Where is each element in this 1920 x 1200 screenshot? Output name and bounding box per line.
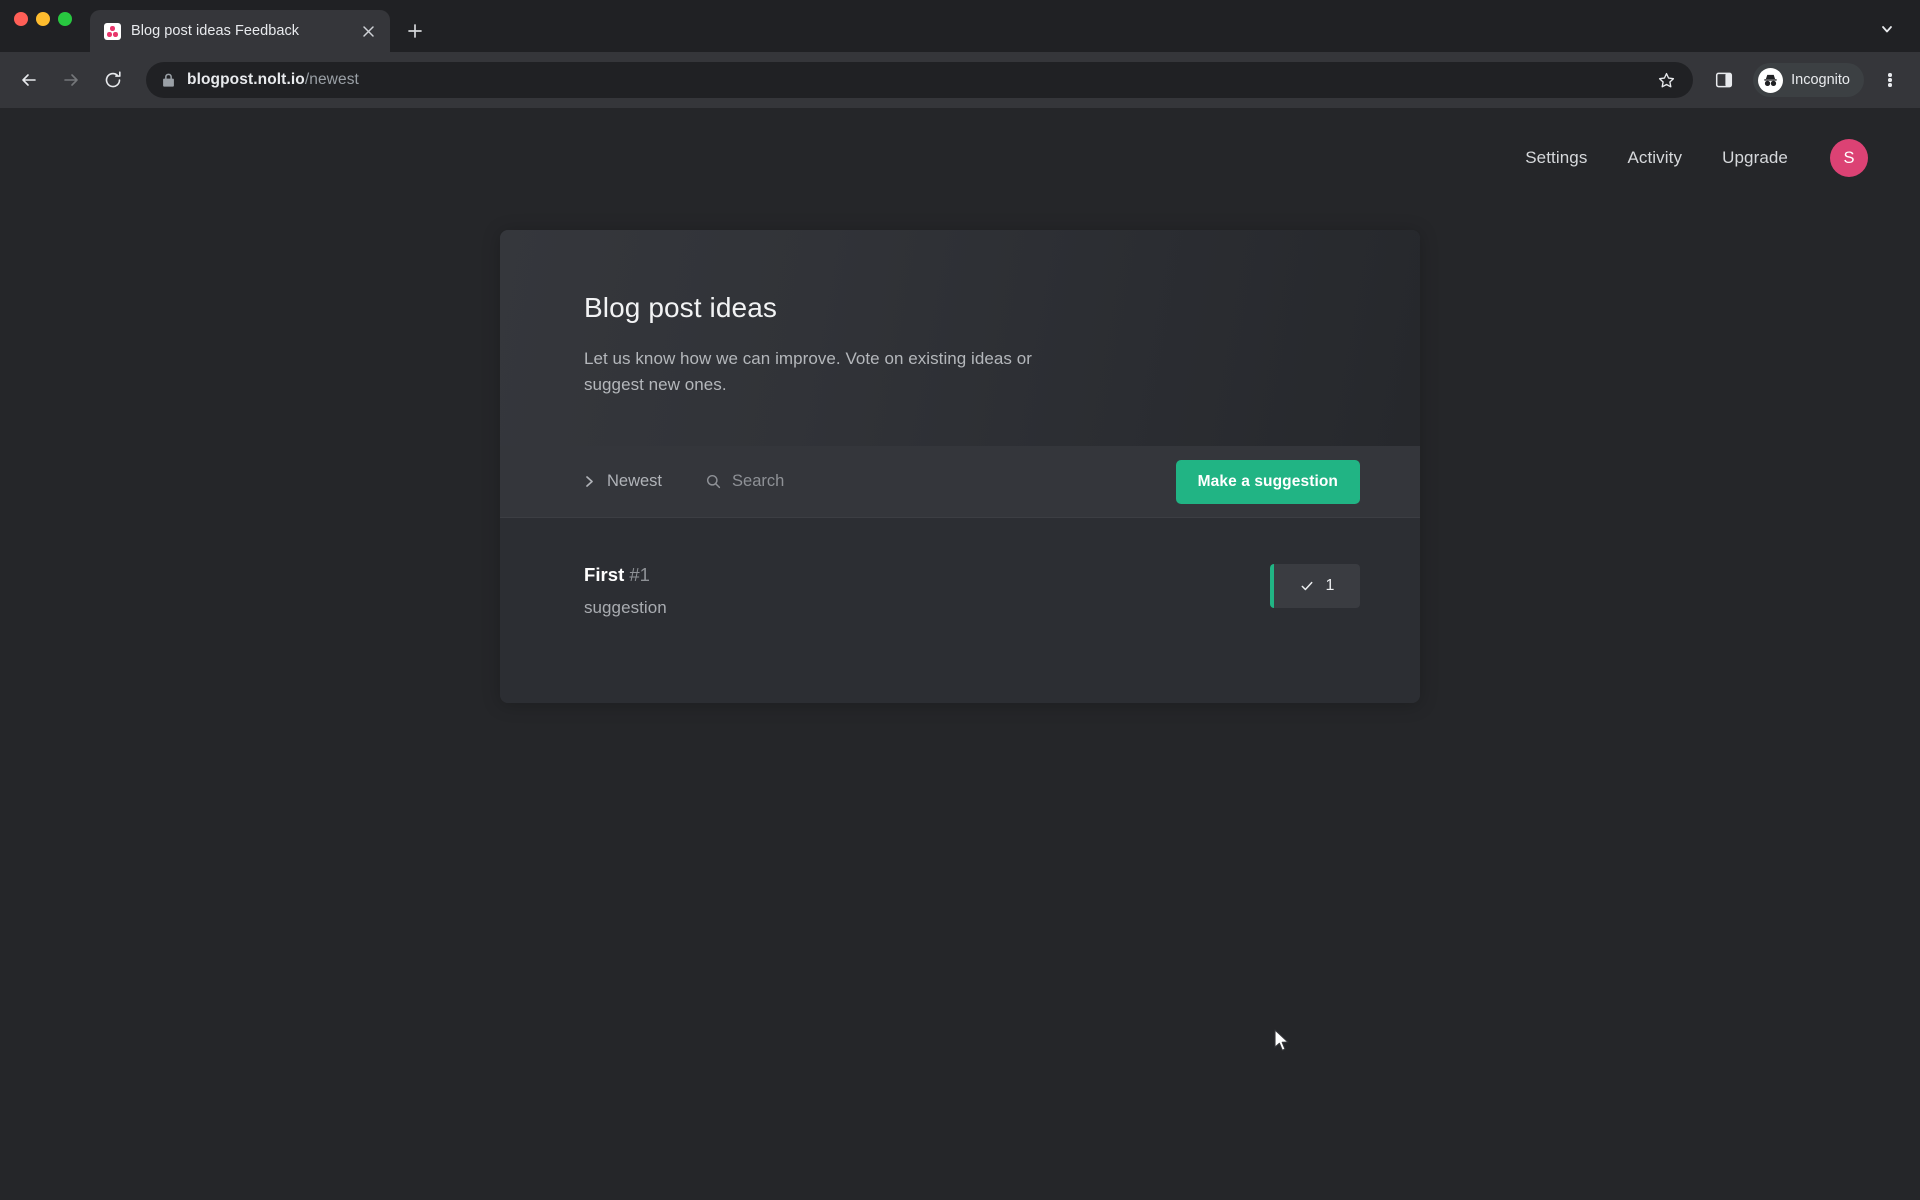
side-panel-icon[interactable]: [1705, 61, 1743, 99]
arrow-left-icon[interactable]: [10, 61, 48, 99]
suggestion-list: First #1 suggestion 1: [500, 518, 1420, 703]
search-placeholder: Search: [732, 472, 785, 490]
sort-dropdown[interactable]: Newest: [584, 472, 662, 491]
arrow-right-icon[interactable]: [52, 61, 90, 99]
nav-link-upgrade[interactable]: Upgrade: [1702, 138, 1808, 178]
suggestion-description: suggestion: [584, 598, 667, 617]
url-text: blogpost.nolt.io/newest: [187, 71, 1639, 89]
close-icon[interactable]: [356, 19, 380, 43]
new-tab-button[interactable]: [398, 14, 432, 48]
board-subtitle: Let us know how we can improve. Vote on …: [584, 349, 1032, 395]
vote-button[interactable]: 1: [1270, 564, 1360, 608]
suggestion-title-text: First: [584, 564, 625, 585]
window-maximize-button[interactable]: [58, 12, 72, 26]
vote-count: 1: [1325, 577, 1335, 594]
board-toolbar: Newest Search Make a suggestion: [500, 446, 1420, 518]
site-header-nav: Settings Activity Upgrade S: [0, 108, 1920, 208]
browser-window: Blog post ideas Feedback blogpost.nolt.i…: [0, 0, 1920, 1200]
check-icon: [1300, 579, 1314, 593]
tab-strip: Blog post ideas Feedback: [0, 0, 1920, 52]
star-icon[interactable]: [1651, 65, 1681, 95]
incognito-icon: [1758, 67, 1784, 93]
sort-label: Newest: [607, 472, 663, 490]
browser-toolbar: blogpost.nolt.io/newest Incognito: [0, 52, 1920, 108]
nav-link-activity[interactable]: Activity: [1607, 138, 1702, 178]
url-host: blogpost.nolt.io: [187, 71, 305, 88]
url-path: /newest: [304, 71, 359, 88]
board-header: Blog post ideas Let us know how we can i…: [500, 230, 1420, 446]
page-title: Blog post ideas: [584, 292, 777, 323]
suggestion-number: #1: [629, 564, 651, 585]
page-viewport: Settings Activity Upgrade S Blog post id…: [0, 108, 1920, 1200]
browser-tab[interactable]: Blog post ideas Feedback: [90, 10, 390, 52]
chevron-right-icon: [584, 475, 595, 488]
incognito-badge[interactable]: Incognito: [1753, 63, 1864, 97]
incognito-label: Incognito: [1791, 72, 1850, 88]
avatar[interactable]: S: [1830, 139, 1868, 177]
search-input[interactable]: Search: [706, 472, 784, 491]
nolt-logo-icon: [104, 22, 121, 40]
window-minimize-button[interactable]: [36, 12, 50, 26]
address-bar[interactable]: blogpost.nolt.io/newest: [146, 62, 1694, 98]
lock-icon: [162, 73, 175, 88]
suggestion-title: First #1: [584, 564, 1270, 586]
window-traffic-lights: [14, 0, 90, 52]
make-suggestion-button[interactable]: Make a suggestion: [1175, 459, 1360, 504]
list-item[interactable]: First #1 suggestion 1: [500, 532, 1420, 648]
kebab-menu-icon[interactable]: [1872, 62, 1908, 98]
nav-link-settings[interactable]: Settings: [1505, 138, 1607, 178]
window-close-button[interactable]: [14, 12, 28, 26]
chevron-down-icon[interactable]: [1870, 12, 1904, 46]
mouse-cursor: [1274, 1029, 1294, 1055]
suggestion-content: First #1 suggestion: [584, 562, 1270, 618]
search-icon: [706, 474, 721, 489]
reload-icon[interactable]: [94, 61, 132, 99]
tab-title: Blog post ideas Feedback: [131, 23, 300, 39]
feedback-board-card: Blog post ideas Let us know how we can i…: [500, 230, 1420, 703]
